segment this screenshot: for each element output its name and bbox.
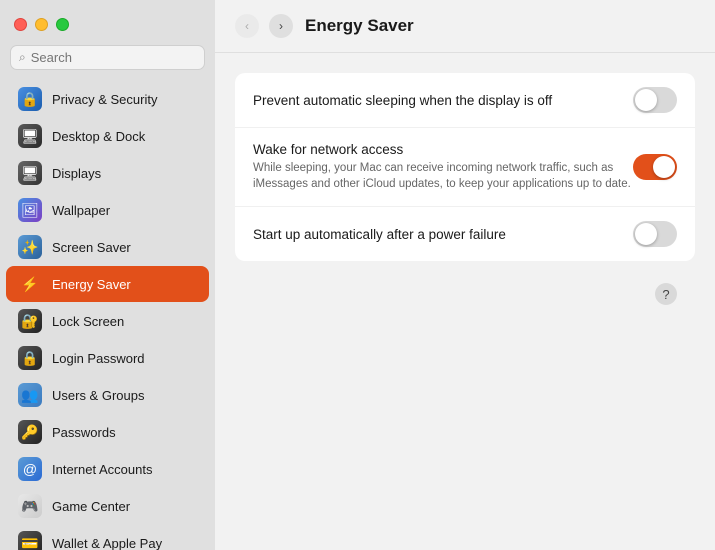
sidebar-item-login-password[interactable]: 🔒 Login Password — [6, 340, 209, 376]
toggle-knob-wake-network — [653, 156, 675, 178]
lock-screen-icon: 🔐 — [18, 309, 42, 333]
sidebar-item-lock-screen[interactable]: 🔐 Lock Screen — [6, 303, 209, 339]
passwords-icon: 🔑 — [18, 420, 42, 444]
sidebar-item-screen-saver[interactable]: ✨ Screen Saver — [6, 229, 209, 265]
sidebar-item-wallet-apple-pay[interactable]: 💳 Wallet & Apple Pay — [6, 525, 209, 550]
close-button[interactable] — [14, 18, 27, 31]
sidebar-item-displays[interactable]: 🖥 Displays — [6, 155, 209, 191]
energy-saver-icon: ⚡ — [18, 272, 42, 296]
sidebar-item-desktop-dock[interactable]: 🖥 Desktop & Dock — [6, 118, 209, 154]
settings-label-startup-power: Start up automatically after a power fai… — [253, 227, 633, 242]
sidebar-item-game-center[interactable]: 🎮 Game Center — [6, 488, 209, 524]
sidebar-item-wallpaper[interactable]: 🖼 Wallpaper — [6, 192, 209, 228]
users-groups-icon: 👥 — [18, 383, 42, 407]
settings-desc-wake-network: While sleeping, your Mac can receive inc… — [253, 160, 633, 192]
settings-label-wake-network: Wake for network access — [253, 142, 633, 157]
settings-row-startup-power: Start up automatically after a power fai… — [235, 207, 695, 261]
toggle-knob-prevent-sleep — [635, 89, 657, 111]
screen-saver-icon: ✨ — [18, 235, 42, 259]
wallpaper-icon: 🖼 — [18, 198, 42, 222]
sidebar-item-label-lock-screen: Lock Screen — [52, 314, 124, 329]
sidebar-item-label-wallpaper: Wallpaper — [52, 203, 110, 218]
toggle-wake-network[interactable] — [633, 154, 677, 180]
toggle-startup-power[interactable] — [633, 221, 677, 247]
settings-card: Prevent automatic sleeping when the disp… — [235, 73, 695, 261]
login-password-icon: 🔒 — [18, 346, 42, 370]
sidebar-item-passwords[interactable]: 🔑 Passwords — [6, 414, 209, 450]
sidebar-item-label-screen-saver: Screen Saver — [52, 240, 131, 255]
main-content: ‹ › Energy Saver Prevent automatic sleep… — [215, 0, 715, 550]
settings-text-prevent-sleep: Prevent automatic sleeping when the disp… — [253, 93, 633, 108]
search-box[interactable]: ⌕ — [10, 45, 205, 70]
wallet-apple-pay-icon: 💳 — [18, 531, 42, 550]
sidebar-item-energy-saver[interactable]: ⚡ Energy Saver — [6, 266, 209, 302]
internet-accounts-icon: @ — [18, 457, 42, 481]
sidebar-item-label-desktop-dock: Desktop & Dock — [52, 129, 145, 144]
privacy-security-icon: 🔒 — [18, 87, 42, 111]
help-row: ? — [235, 273, 695, 315]
sidebar-item-internet-accounts[interactable]: @ Internet Accounts — [6, 451, 209, 487]
sidebar-item-label-users-groups: Users & Groups — [52, 388, 144, 403]
sidebar-item-label-displays: Displays — [52, 166, 101, 181]
settings-row-wake-network: Wake for network access While sleeping, y… — [235, 128, 695, 207]
sidebar: ⌕ 🔒 Privacy & Security 🖥 Desktop & Dock 🖥 Dis… — [0, 0, 215, 550]
settings-row-prevent-sleep: Prevent automatic sleeping when the disp… — [235, 73, 695, 128]
sidebar-item-users-groups[interactable]: 👥 Users & Groups — [6, 377, 209, 413]
settings-rows: Prevent automatic sleeping when the disp… — [235, 73, 695, 261]
sidebar-item-privacy-security[interactable]: 🔒 Privacy & Security — [6, 81, 209, 117]
back-button[interactable]: ‹ — [235, 14, 259, 38]
sidebar-items-list: 🔒 Privacy & Security 🖥 Desktop & Dock 🖥 Displ… — [0, 80, 215, 550]
sidebar-item-label-game-center: Game Center — [52, 499, 130, 514]
sidebar-item-label-passwords: Passwords — [52, 425, 116, 440]
game-center-icon: 🎮 — [18, 494, 42, 518]
sidebar-item-label-privacy-security: Privacy & Security — [52, 92, 157, 107]
toggle-knob-startup-power — [635, 223, 657, 245]
settings-area: Prevent automatic sleeping when the disp… — [215, 53, 715, 550]
sidebar-item-label-login-password: Login Password — [52, 351, 145, 366]
settings-text-wake-network: Wake for network access While sleeping, y… — [253, 142, 633, 192]
desktop-dock-icon: 🖥 — [18, 124, 42, 148]
traffic-lights — [0, 10, 215, 45]
minimize-button[interactable] — [35, 18, 48, 31]
sidebar-item-label-wallet-apple-pay: Wallet & Apple Pay — [52, 536, 162, 550]
settings-label-prevent-sleep: Prevent automatic sleeping when the disp… — [253, 93, 633, 108]
title-bar: ‹ › Energy Saver — [215, 0, 715, 53]
toggle-prevent-sleep[interactable] — [633, 87, 677, 113]
page-title: Energy Saver — [305, 16, 414, 36]
help-button[interactable]: ? — [655, 283, 677, 305]
search-icon: ⌕ — [19, 50, 26, 65]
displays-icon: 🖥 — [18, 161, 42, 185]
search-input[interactable] — [31, 50, 196, 65]
sidebar-item-label-energy-saver: Energy Saver — [52, 277, 131, 292]
maximize-button[interactable] — [56, 18, 69, 31]
forward-button[interactable]: › — [269, 14, 293, 38]
settings-text-startup-power: Start up automatically after a power fai… — [253, 227, 633, 242]
sidebar-item-label-internet-accounts: Internet Accounts — [52, 462, 152, 477]
